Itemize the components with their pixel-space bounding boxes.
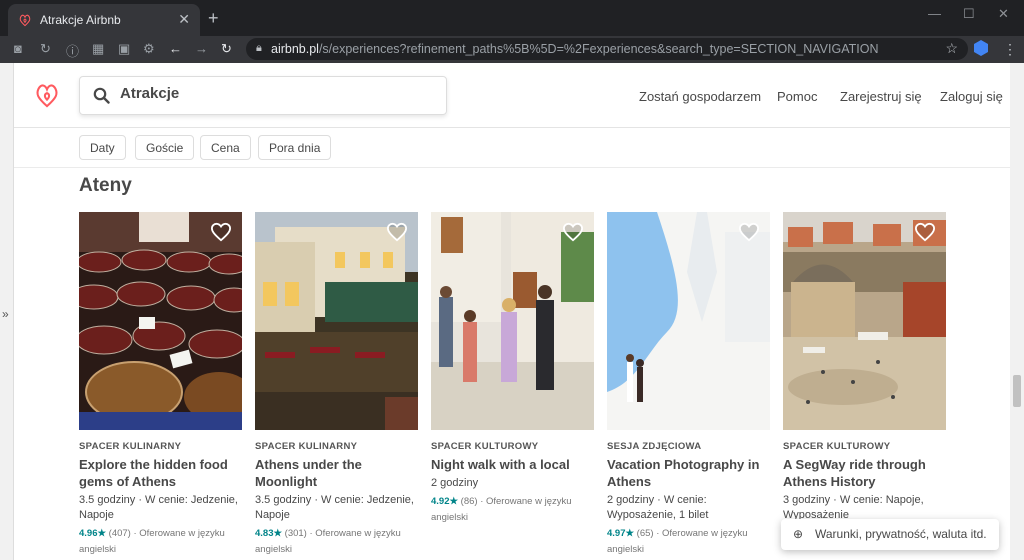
lock-icon: 🔒︎ (256, 42, 262, 54)
experience-photo[interactable] (431, 212, 594, 430)
experience-card[interactable]: SPACER KULINARNY Athens under the Moonli… (255, 212, 418, 558)
card-title[interactable]: A SegWay ride through Athens History (783, 456, 946, 490)
experience-photo[interactable] (255, 212, 418, 430)
minimize-icon[interactable]: — (928, 6, 941, 21)
airbnb-logo-icon[interactable] (34, 81, 60, 109)
nav-become-host[interactable]: Zostań gospodarzem (639, 89, 761, 104)
scrollbar[interactable] (1010, 63, 1024, 560)
gear-icon[interactable]: ⚙ (143, 41, 155, 57)
camera-icon[interactable]: ◙ (14, 41, 22, 56)
scrollbar-thumb[interactable] (1013, 375, 1021, 407)
rating-score: 4.97★ (607, 528, 635, 539)
card-meta: 2 godziny · W cenie: Wyposażenie, 1 bile… (607, 494, 709, 521)
reload-icon[interactable]: ↻ (221, 41, 232, 57)
experience-card[interactable]: SPACER KULINARNY Explore the hidden food… (79, 212, 242, 558)
grid-icon[interactable]: ▦ (92, 41, 104, 57)
info-icon[interactable]: ⓘ (66, 41, 79, 60)
divider (14, 167, 1010, 168)
sync-icon[interactable]: ↻ (40, 41, 51, 57)
url-text: airbnb.pl/s/experiences?refinement_paths… (271, 42, 879, 56)
card-title[interactable]: Night walk with a local (431, 456, 594, 473)
rating-score: 4.92★ (431, 496, 459, 507)
browser-menu-icon[interactable]: ⋮ (1003, 41, 1017, 58)
tab-title: Atrakcje Airbnb (40, 13, 121, 27)
heart-icon[interactable] (738, 222, 760, 242)
card-category: SPACER KULINARNY (255, 441, 358, 452)
window-close-icon[interactable]: ✕ (998, 6, 1009, 22)
card-category: SPACER KULTUROWY (783, 441, 891, 452)
filter-guests-button[interactable]: Goście (135, 135, 195, 160)
search-icon (93, 87, 110, 104)
card-meta: 2 godziny (431, 477, 479, 489)
globe-icon: ⊕ (793, 527, 804, 541)
maximize-icon[interactable]: ☐ (963, 6, 975, 22)
close-tab-icon[interactable]: ✕ (178, 11, 190, 28)
nav-log-in[interactable]: Zaloguj się (940, 89, 1003, 104)
toast-label: Warunki, prywatność, waluta itd. (815, 527, 987, 541)
rating-score: 4.83★ (255, 528, 283, 539)
heart-icon[interactable] (562, 222, 584, 242)
nav-help[interactable]: Pomoc (777, 89, 817, 104)
card-title[interactable]: Athens under the Moonlight (255, 456, 418, 490)
code-icon[interactable]: ▣ (118, 41, 130, 57)
card-rating: 4.97★ (65) · Oferowane w języku angielsk… (607, 526, 770, 558)
filter-time-of-day-button[interactable]: Pora dnia (258, 135, 332, 160)
experience-card[interactable]: SPACER KULTUROWY A SegWay ride through A… (783, 212, 946, 523)
card-meta: 3.5 godziny · W cenie: Jedzenie, Napoje (255, 494, 414, 521)
search-input[interactable] (120, 85, 420, 102)
bookmark-star-icon[interactable]: ☆ (945, 40, 958, 57)
browser-tab-bar: Atrakcje Airbnb ✕ + — ☐ ✕ (0, 0, 1024, 36)
heart-icon[interactable] (914, 222, 936, 242)
experience-photo[interactable] (783, 212, 946, 430)
airbnb-favicon-icon (19, 14, 31, 27)
nav-sign-up[interactable]: Zarejestruj się (840, 89, 922, 104)
experience-card[interactable]: SPACER KULTUROWY Night walk with a local… (431, 212, 594, 526)
back-arrow-icon[interactable]: ← (169, 41, 182, 56)
card-rating: 4.92★ (86) · Oferowane w języku angielsk… (431, 494, 594, 526)
terms-privacy-currency-button[interactable]: ⊕ Warunki, prywatność, waluta itd. (781, 519, 999, 550)
card-title[interactable]: Explore the hidden food gems of Athens (79, 456, 242, 490)
experience-card[interactable]: SESJA ZDJĘCIOWA Vacation Photography in … (607, 212, 770, 558)
page-content: Zostań gospodarzem Pomoc Zarejestruj się… (14, 63, 1010, 560)
heart-icon[interactable] (210, 222, 232, 242)
sidebar-expand-handle[interactable]: » (0, 63, 14, 560)
heart-icon[interactable] (386, 222, 408, 242)
card-meta: 3.5 godziny · W cenie: Jedzenie, Napoje (79, 494, 238, 521)
site-header: Zostań gospodarzem Pomoc Zarejestruj się… (14, 63, 1010, 128)
card-category: SPACER KULTUROWY (431, 441, 539, 452)
address-bar[interactable]: 🔒︎ airbnb.pl/s/experiences?refinement_pa… (246, 38, 968, 60)
card-category: SESJA ZDJĘCIOWA (607, 441, 702, 452)
filter-price-button[interactable]: Cena (200, 135, 251, 160)
card-rating: 4.96★ (407) · Oferowane w języku angiels… (79, 526, 242, 558)
new-tab-icon[interactable]: + (208, 8, 219, 29)
card-rating: 4.83★ (301) · Oferowane w języku angiels… (255, 526, 418, 558)
rating-score: 4.96★ (79, 528, 107, 539)
double-chevron-right-icon: » (2, 307, 9, 321)
extension-icon[interactable] (974, 40, 988, 56)
section-title: Ateny (79, 175, 132, 196)
search-box[interactable] (79, 76, 447, 115)
forward-arrow-icon[interactable]: → (195, 41, 208, 56)
filter-dates-button[interactable]: Daty (79, 135, 126, 160)
card-title[interactable]: Vacation Photography in Athens (607, 456, 770, 490)
experience-photo[interactable] (607, 212, 770, 430)
browser-tab[interactable]: Atrakcje Airbnb ✕ (8, 4, 200, 36)
browser-toolbar: ◙ ↻ ⓘ ▦ ▣ ⚙ ← → ↻ 🔒︎ airbnb.pl/s/experie… (0, 36, 1024, 63)
card-category: SPACER KULINARNY (79, 441, 182, 452)
experience-photo[interactable] (79, 212, 242, 430)
